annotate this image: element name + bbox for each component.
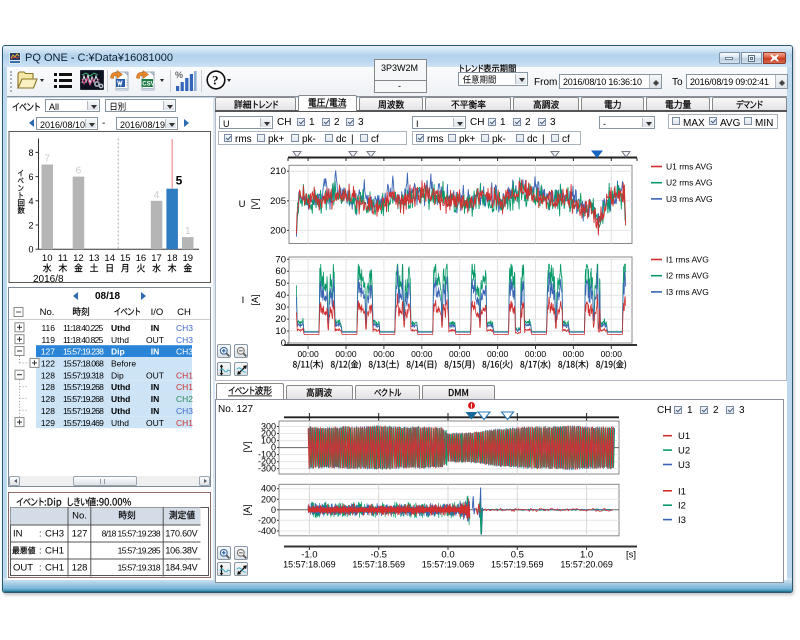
- svg-text:15:57:18.069: 15:57:18.069: [283, 560, 336, 570]
- svg-text:U2: U2: [678, 446, 690, 457]
- svg-text:I1: I1: [678, 486, 686, 497]
- svg-text:I3: I3: [678, 515, 686, 526]
- svg-text:-200: -200: [258, 515, 276, 525]
- svg-text:200: 200: [261, 494, 276, 504]
- svg-text:15:57:19.569: 15:57:19.569: [491, 560, 544, 570]
- svg-text:0: 0: [271, 505, 276, 515]
- svg-text:[V]: [V]: [242, 441, 252, 452]
- svg-text:[A]: [A]: [242, 504, 252, 515]
- svg-text:I2: I2: [678, 501, 686, 512]
- svg-text:15:57:19.069: 15:57:19.069: [422, 560, 475, 570]
- svg-text:U1: U1: [678, 431, 690, 442]
- svg-text:-400: -400: [258, 526, 276, 536]
- svg-text:15:57:18.569: 15:57:18.569: [352, 560, 405, 570]
- svg-text:!: !: [470, 404, 472, 411]
- svg-text:400: 400: [261, 484, 276, 494]
- svg-text:[s]: [s]: [626, 550, 636, 561]
- svg-text:-300: -300: [258, 464, 276, 474]
- svg-text:15:57:20.069: 15:57:20.069: [560, 560, 613, 570]
- svg-text:U3: U3: [678, 460, 690, 471]
